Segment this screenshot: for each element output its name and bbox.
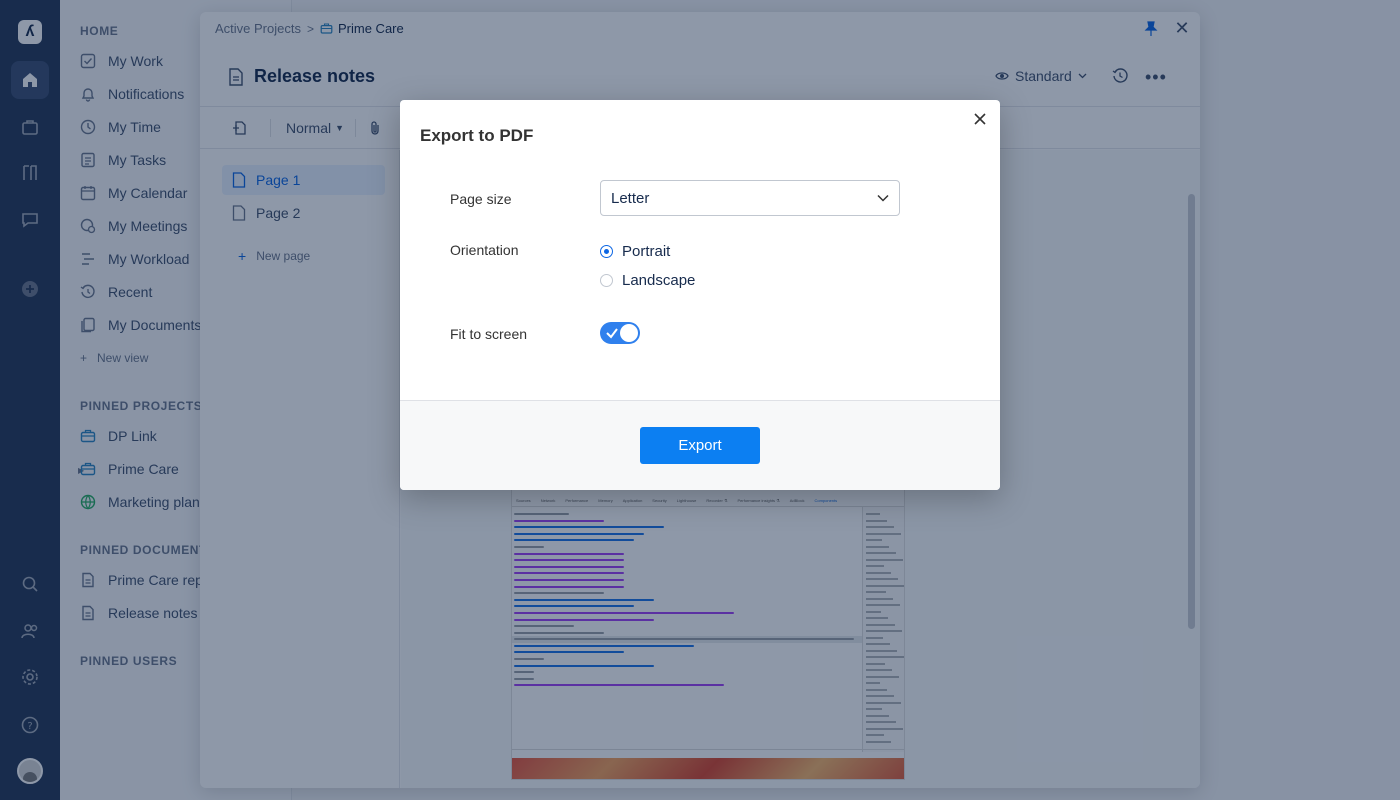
close-icon[interactable] bbox=[971, 110, 989, 128]
radio-landscape[interactable]: Landscape bbox=[600, 272, 695, 289]
radio-portrait-label: Portrait bbox=[622, 243, 671, 260]
radio-portrait[interactable]: Portrait bbox=[600, 243, 670, 260]
dialog-title: Export to PDF bbox=[420, 126, 534, 145]
fit-to-screen-label: Fit to screen bbox=[450, 326, 528, 342]
page-size-label: Page size bbox=[450, 191, 512, 207]
toggle-knob bbox=[620, 324, 638, 342]
page-size-value: Letter bbox=[611, 189, 650, 207]
radio-dot[interactable] bbox=[600, 274, 613, 287]
export-pdf-dialog: Export to PDF Page size Letter Orientati… bbox=[400, 100, 1000, 490]
export-button[interactable]: Export bbox=[640, 427, 760, 464]
radio-dot-selected[interactable] bbox=[600, 245, 613, 258]
radio-landscape-label: Landscape bbox=[622, 272, 696, 289]
page-size-select[interactable]: Letter bbox=[600, 180, 900, 216]
check-icon bbox=[606, 328, 618, 339]
fit-to-screen-toggle[interactable] bbox=[600, 322, 640, 344]
dialog-footer: Export bbox=[400, 400, 1000, 490]
orientation-label: Orientation bbox=[450, 242, 519, 258]
chevron-down-icon bbox=[877, 194, 889, 202]
